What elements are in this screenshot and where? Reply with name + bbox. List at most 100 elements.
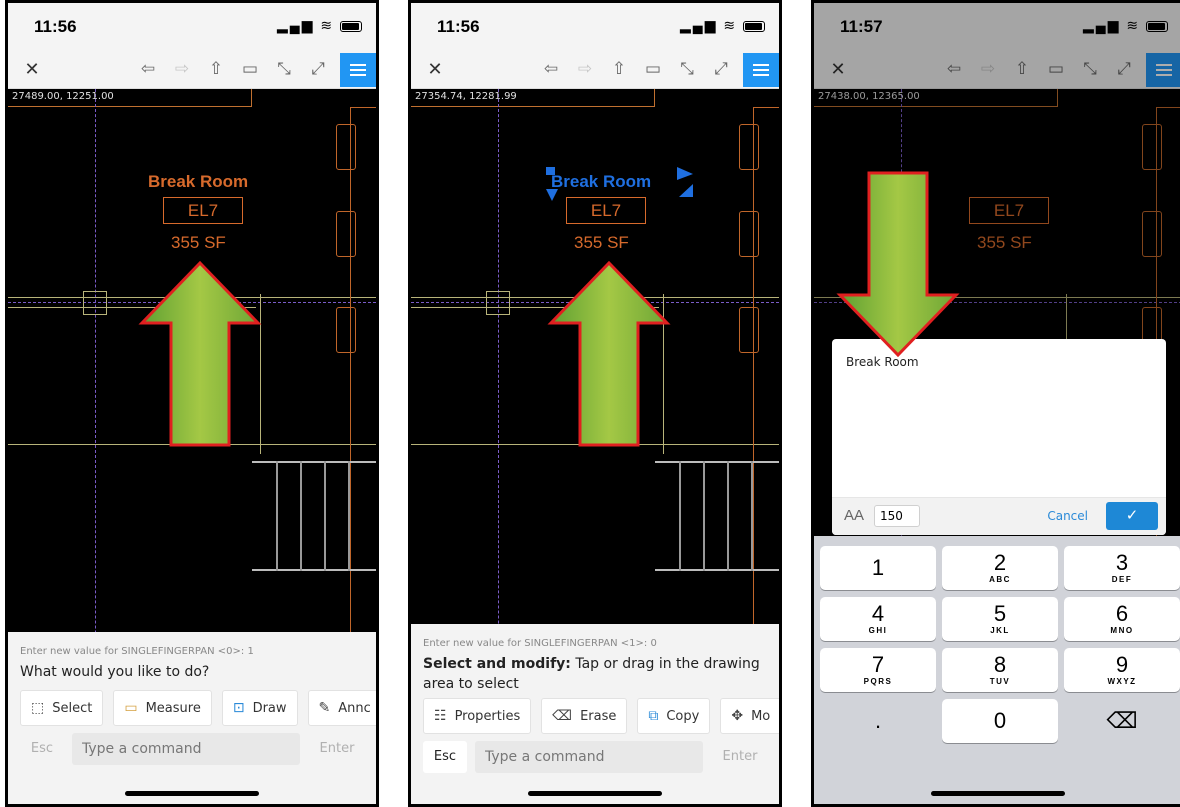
system-icons: ▂▄▆ ≋ — [680, 17, 765, 34]
share-icon[interactable]: ⇧ — [204, 57, 228, 81]
prompt-message: What would you like to do? — [20, 664, 210, 680]
chair — [739, 307, 759, 353]
command-panel: Enter new value for SINGLEFINGERPAN <0>:… — [8, 632, 376, 804]
room-name-label[interactable]: Break Room — [148, 172, 248, 192]
backspace-key[interactable]: ⌫ — [1064, 699, 1180, 743]
measure-button[interactable]: ▭ Measure — [113, 690, 212, 726]
key-8[interactable]: 8 TUV — [942, 648, 1058, 692]
zoom-extents-icon[interactable]: ⤡ — [272, 57, 296, 81]
annotate-button[interactable]: ✎ Annc — [307, 690, 376, 726]
selection-grip-icon[interactable] — [675, 167, 695, 199]
save-icon[interactable]: ▭ — [641, 57, 665, 81]
undo-icon[interactable]: ⇦ — [539, 57, 563, 81]
fullscreen-icon[interactable]: ⤢ — [306, 57, 330, 81]
key-4[interactable]: 4 GHI — [820, 597, 936, 641]
phone-screen-1: 11:56 ▂▄▆ ≋ ✕ ⇦ ⇨ ⇧ ▭ ⤡ ⤢ 27489.00, 1225… — [5, 0, 379, 807]
home-indicator — [125, 791, 259, 796]
enter-button[interactable]: Enter — [308, 733, 366, 765]
up-arrow-annotation — [547, 261, 671, 447]
phone-screen-2: 11:56 ▂▄▆ ≋ ✕ ⇦ ⇨ ⇧ ▭ ⤡ ⤢ 27354.74, 1228… — [408, 0, 782, 807]
room-area-label[interactable]: 355 SF — [574, 233, 629, 253]
select-button[interactable]: ⬚ Select — [20, 690, 104, 726]
properties-button[interactable]: ☷ Properties — [423, 698, 532, 734]
prompt-history: Enter new value for SINGLEFINGERPAN <0>:… — [20, 646, 254, 657]
key-1[interactable]: 1 — [820, 546, 936, 590]
properties-icon: ☷ — [434, 708, 447, 724]
command-panel: Enter new value for SINGLEFINGERPAN <1>:… — [411, 624, 779, 804]
phone-screen-3: 11:57 ▂▄▆ ≋ ✕ ⇦ ⇨ ⇧ ▭ ⤡ ⤢ 27438.00, 1236… — [811, 0, 1180, 807]
command-input[interactable] — [475, 741, 703, 773]
copy-icon: ⧉ — [648, 708, 659, 724]
redo-icon[interactable]: ⇨ — [170, 57, 194, 81]
room-area-label[interactable]: 355 SF — [171, 233, 226, 253]
select-icon: ⬚ — [31, 700, 45, 716]
command-input[interactable] — [72, 733, 300, 765]
close-icon[interactable]: ✕ — [423, 57, 447, 81]
annotate-icon: ✎ — [318, 700, 331, 716]
battery-icon — [743, 20, 765, 32]
save-icon[interactable]: ▭ — [238, 57, 262, 81]
copy-button[interactable]: ⧉ Copy — [637, 698, 711, 734]
key-decimal[interactable]: . — [820, 699, 936, 743]
cancel-button[interactable]: Cancel — [1047, 509, 1088, 523]
key-9[interactable]: 9 WXYZ — [1064, 648, 1180, 692]
coordinates-readout: 27354.74, 12281.99 — [415, 91, 517, 102]
numeric-keypad: 1 2 ABC 3 DEF 4 GHI 5 JKL 6 MNO 7 PQRS 8 TUV 9W… — [814, 536, 1180, 804]
toolbar: ✕ ⇦ ⇨ ⇧ ▭ ⤡ ⤢ — [8, 49, 376, 89]
chair — [336, 124, 356, 170]
backspace-icon: ⌫ — [1106, 708, 1138, 733]
share-icon[interactable]: ⇧ — [607, 57, 631, 81]
draw-button[interactable]: ⊡ Draw — [221, 690, 298, 726]
status-bar: 11:56 ▂▄▆ ≋ — [8, 3, 376, 49]
status-time: 11:56 — [34, 17, 77, 36]
room-code-label[interactable]: EL7 — [163, 197, 243, 224]
key-2[interactable]: 2 ABC — [942, 546, 1058, 590]
selection-grip-icon[interactable] — [544, 167, 562, 203]
signal-icon: ▂▄▆ — [680, 17, 718, 33]
erase-icon: ⌫ — [552, 708, 573, 724]
close-icon[interactable]: ✕ — [20, 57, 44, 81]
menu-button[interactable] — [340, 53, 376, 87]
room-name-label-selected[interactable]: Break Room — [551, 172, 651, 192]
chair — [739, 124, 759, 170]
wifi-icon: ≋ — [723, 17, 738, 33]
font-size-input[interactable] — [874, 505, 920, 527]
status-time: 11:56 — [437, 17, 480, 36]
zoom-extents-icon[interactable]: ⤡ — [675, 57, 699, 81]
text-edit-dialog: Break Room AA Cancel ✓ — [832, 339, 1166, 535]
draw-icon: ⊡ — [232, 700, 245, 716]
key-7[interactable]: 7 PQRS — [820, 648, 936, 692]
key-5[interactable]: 5 JKL — [942, 597, 1058, 641]
move-button[interactable]: ✥ Mo — [720, 698, 779, 734]
wifi-icon: ≋ — [320, 17, 335, 33]
erase-button[interactable]: ⌫ Erase — [541, 698, 628, 734]
redo-icon[interactable]: ⇨ — [573, 57, 597, 81]
chair — [336, 307, 356, 353]
home-indicator — [528, 791, 662, 796]
enter-button[interactable]: Enter — [711, 741, 769, 773]
undo-icon[interactable]: ⇦ — [136, 57, 160, 81]
up-arrow-annotation — [138, 261, 262, 447]
confirm-button[interactable]: ✓ — [1106, 502, 1158, 530]
room-code-label[interactable]: EL7 — [566, 197, 646, 224]
fullscreen-icon[interactable]: ⤢ — [709, 57, 733, 81]
text-edit-field[interactable]: Break Room — [846, 355, 919, 369]
chair — [739, 211, 759, 257]
status-bar: 11:56 ▂▄▆ ≋ — [411, 3, 779, 49]
ruler-icon: ▭ — [124, 700, 138, 716]
font-size-icon: AA — [844, 507, 865, 524]
prompt-history: Enter new value for SINGLEFINGERPAN <1>:… — [423, 638, 657, 649]
chair — [336, 211, 356, 257]
key-0[interactable]: 0 — [942, 699, 1058, 743]
system-icons: ▂▄▆ ≋ — [277, 17, 362, 34]
key-3[interactable]: 3 DEF — [1064, 546, 1180, 590]
esc-button[interactable]: Esc — [20, 733, 64, 765]
coordinates-readout: 27489.00, 12251.00 — [12, 91, 114, 102]
battery-icon — [340, 20, 362, 32]
toolbar: ✕ ⇦ ⇨ ⇧ ▭ ⤡ ⤢ — [411, 49, 779, 89]
esc-button[interactable]: Esc — [423, 741, 467, 773]
move-icon: ✥ — [731, 708, 744, 724]
menu-button[interactable] — [743, 53, 779, 87]
down-arrow-annotation — [836, 171, 960, 357]
key-6[interactable]: 6 MNO — [1064, 597, 1180, 641]
